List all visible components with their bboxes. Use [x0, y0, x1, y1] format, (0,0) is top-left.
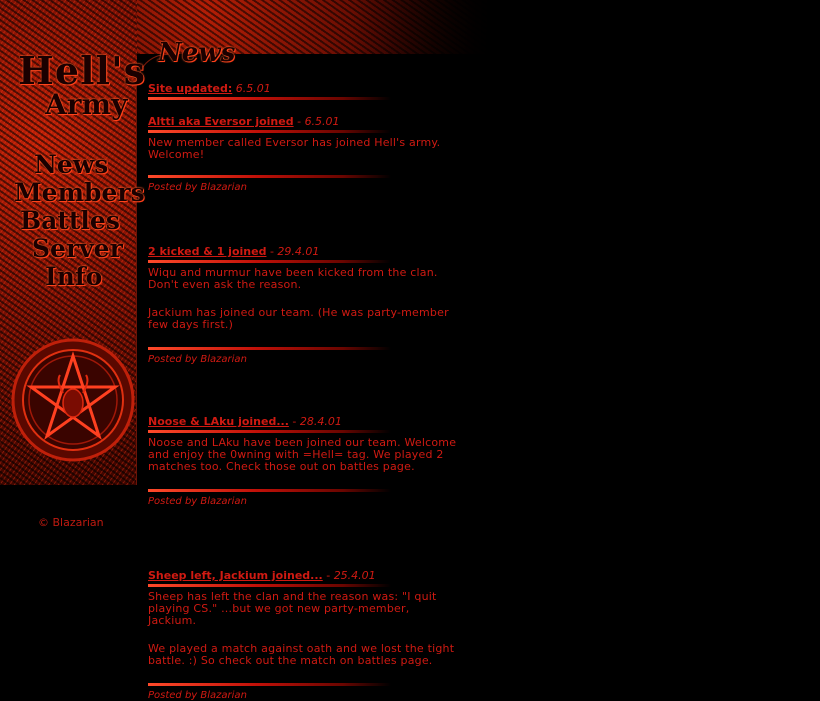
copyright-text: © Blazarian: [38, 516, 104, 529]
post-paragraph: Sheep has left the clan and the reason w…: [148, 590, 437, 627]
divider: [148, 683, 391, 686]
post-body: Noose and LAku have been joined our team…: [148, 437, 458, 473]
post-header: 2 kicked & 1 joined - 29.4.01: [148, 245, 320, 258]
posted-by: Posted by Blazarian: [148, 354, 247, 365]
pentagram-icon: [11, 338, 135, 462]
post-title: Sheep left, Jackium joined...: [148, 569, 323, 582]
post-date: 25.4.01: [333, 569, 376, 582]
post-header: Site updated: 6.5.01: [148, 82, 458, 95]
posted-by: Posted by Blazarian: [148, 690, 247, 701]
nav-server-link[interactable]: Server: [32, 234, 123, 263]
nav-news-link[interactable]: News: [34, 150, 108, 179]
post-body: New member called Eversor has joined Hel…: [148, 137, 458, 161]
post-date: 29.4.01: [277, 245, 320, 258]
post-paragraph: Jackium has joined our team. (He was par…: [148, 306, 449, 331]
post-header: Altti aka Eversor joined - 6.5.01: [148, 115, 340, 128]
page-title: News: [158, 38, 236, 68]
post-paragraph: New member called Eversor has joined Hel…: [148, 136, 441, 161]
post-header: Noose & LAku joined... - 28.4.01: [148, 415, 342, 428]
news-post: Site updated: 6.5.01: [148, 82, 458, 104]
nav-battles-link[interactable]: Battles: [20, 206, 120, 235]
post-title: 2 kicked & 1 joined: [148, 245, 267, 258]
news-post: Noose & LAku joined... - 28.4.01 Noose a…: [148, 415, 458, 507]
divider: [148, 430, 391, 433]
nav-info-link[interactable]: Info: [45, 262, 102, 291]
post-date: 6.5.01: [304, 115, 340, 128]
divider: [148, 97, 391, 100]
divider: [148, 347, 391, 350]
news-post: Altti aka Eversor joined - 6.5.01 New me…: [148, 115, 458, 193]
post-body: Wiqu and murmur have been kicked from th…: [148, 267, 458, 331]
divider: [148, 260, 391, 263]
posted-by: Posted by Blazarian: [148, 182, 247, 193]
divider: [148, 489, 391, 492]
post-header: Sheep left, Jackium joined... - 25.4.01: [148, 569, 376, 582]
news-post: 2 kicked & 1 joined - 29.4.01 Wiqu and m…: [148, 245, 458, 365]
logo-hells: Hell's: [18, 48, 146, 93]
post-paragraph: We played a match against oath and we lo…: [148, 642, 455, 667]
news-post: Sheep left, Jackium joined... - 25.4.01 …: [148, 569, 458, 701]
post-body: Sheep has left the clan and the reason w…: [148, 591, 458, 667]
post-title: Site updated:: [148, 82, 233, 95]
divider: [148, 130, 391, 133]
posted-by: Posted by Blazarian: [148, 496, 247, 507]
divider: [148, 584, 391, 587]
post-title: Altti aka Eversor joined: [148, 115, 294, 128]
logo-army: Army: [45, 88, 128, 121]
divider: [148, 175, 391, 178]
post-paragraph: Wiqu and murmur have been kicked from th…: [148, 266, 438, 291]
nav-members-link[interactable]: Members: [14, 178, 145, 207]
post-title: Noose & LAku joined...: [148, 415, 289, 428]
post-paragraph: Noose and LAku have been joined our team…: [148, 436, 457, 473]
post-date: 6.5.01: [235, 82, 271, 95]
post-date: 28.4.01: [299, 415, 342, 428]
